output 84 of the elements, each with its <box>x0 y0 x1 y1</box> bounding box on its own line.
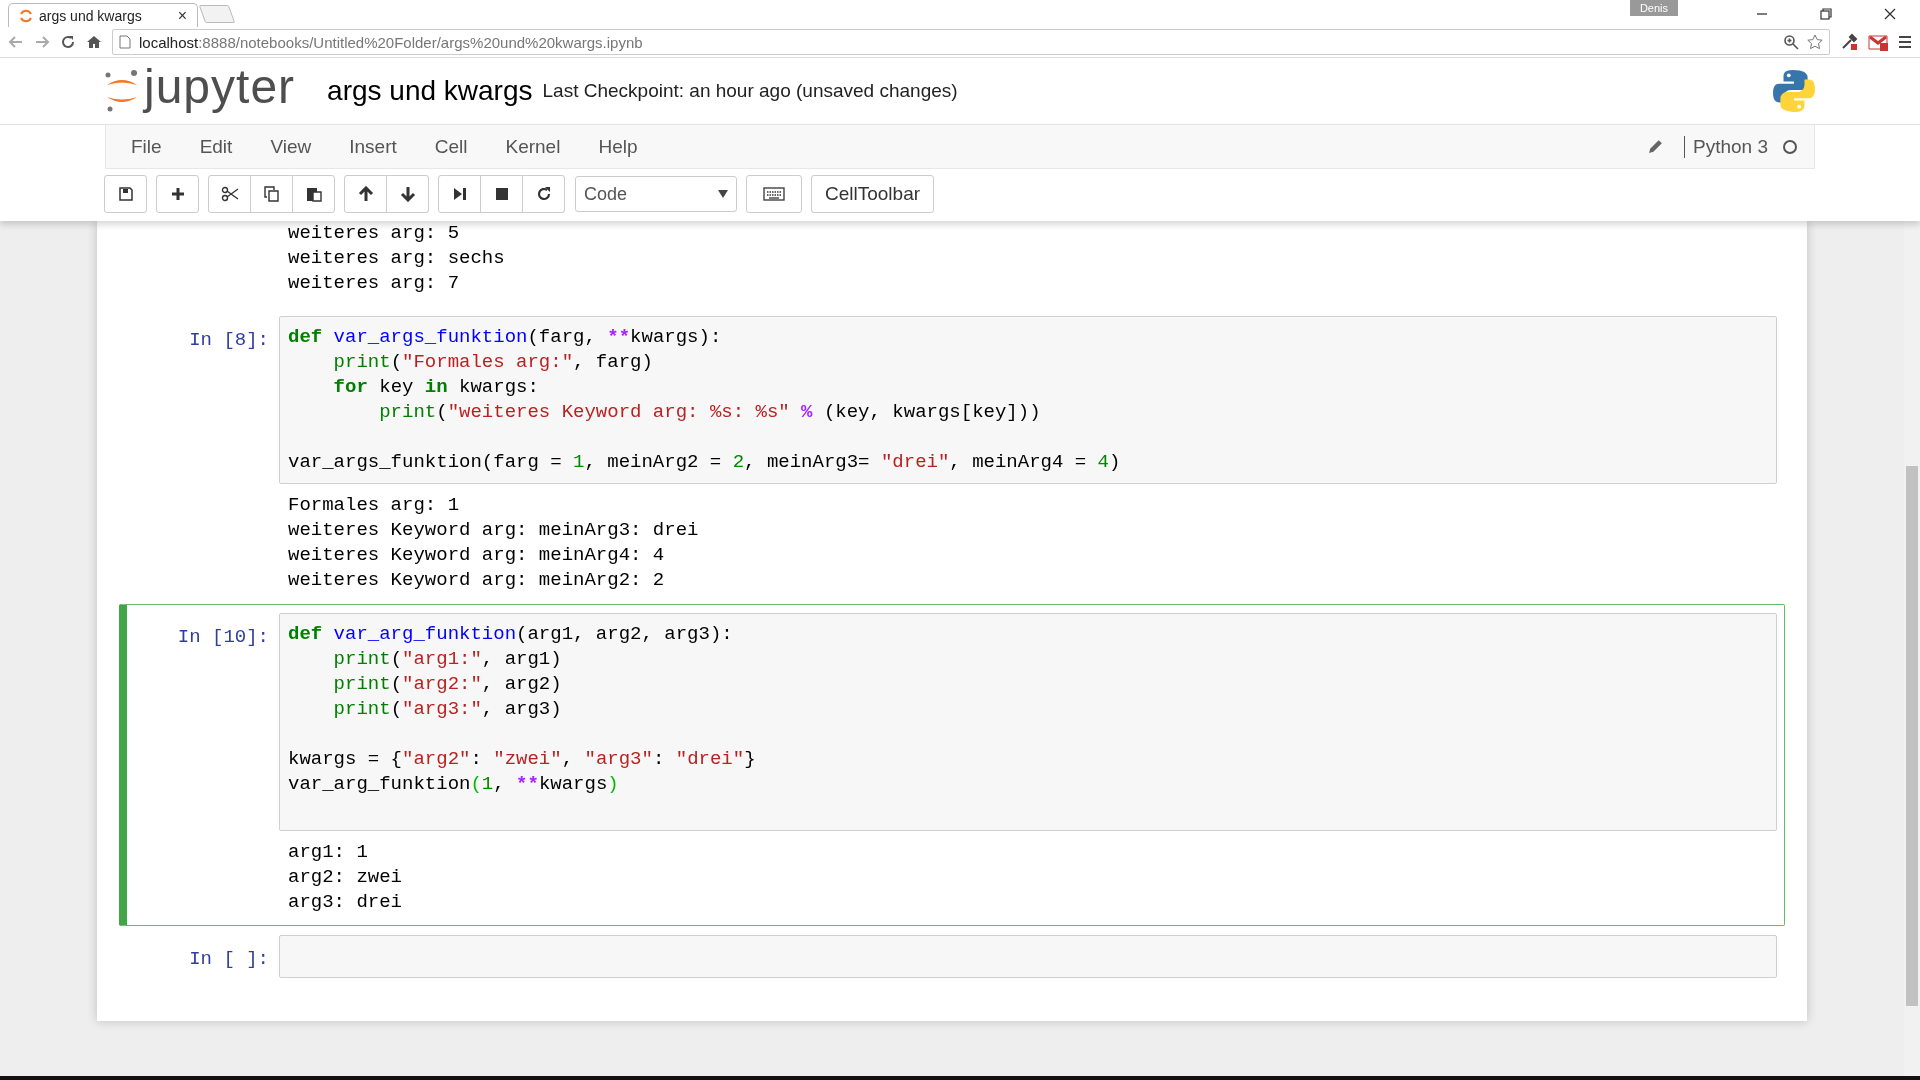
page-icon <box>119 35 131 49</box>
input-prompt: In [8]: <box>188 328 270 353</box>
input-prompt: In [ ]: <box>188 947 270 972</box>
arrow-down-icon <box>399 186 416 202</box>
menu-item[interactable]: Help <box>579 135 657 158</box>
spinner-icon <box>19 8 33 23</box>
code-line: var_args_funktion(farg = 1, meinArg2 = 2, meinArg3= "drei", meinArg4 = 4) <box>288 450 1122 475</box>
add-cell-button[interactable] <box>156 175 199 213</box>
output-line: Formales arg: 1 <box>288 493 461 518</box>
save-button[interactable] <box>104 175 147 213</box>
arrow-up-icon <box>357 186 374 202</box>
keyboard-button[interactable] <box>746 175 802 213</box>
cut-button[interactable] <box>208 175 251 213</box>
menu-item[interactable]: File <box>112 135 181 158</box>
output-line: arg2: zwei <box>288 865 404 890</box>
code-line: for key in kwargs: <box>332 375 540 400</box>
output-line: weiteres Keyword arg: meinArg2: 2 <box>288 568 666 593</box>
code-line: var_arg_funktion(1, **kwargs) <box>288 772 620 797</box>
url-text: localhost:8888/notebooks/Untitled%20Folder/args%20und%20kwargs.ipynb <box>139 33 643 51</box>
code-line: print("arg2:", arg2) <box>332 672 563 697</box>
zoom-icon[interactable] <box>1783 34 1799 50</box>
output-line: weiteres arg: 7 <box>288 271 461 296</box>
cell-frame[interactable]: weiteres arg: 5 weiteres arg: sechs weiteres arg: 7 <box>119 221 1785 307</box>
pencil-icon[interactable] <box>1647 138 1664 155</box>
star-icon[interactable] <box>1807 34 1823 50</box>
stop-button[interactable] <box>480 175 523 213</box>
code-line: print("arg1:", arg1) <box>332 647 563 672</box>
copy-icon <box>263 186 280 202</box>
output-line: weiteres arg: 5 <box>288 221 461 246</box>
code-editor[interactable]: def var_arg_funktion(arg1, arg2, arg3): print("arg1:", arg1) print("arg2:", arg2) print("arg3:", arg3) kwargs = {"arg2": "zwei", "arg3": "drei"} var_arg_funktion(1, **kwargs) <box>279 613 1777 831</box>
scissors-icon <box>220 186 239 202</box>
close-tab-button[interactable]: × <box>177 6 187 25</box>
browser-tab[interactable]: args und kwargs × <box>8 3 198 27</box>
output-line: arg3: drei <box>288 890 404 915</box>
code-line: print("weiteres Keyword arg: %s: %s" % (key, kwargs[key])) <box>378 400 1042 425</box>
cell-type-dropdown[interactable]: Code <box>575 176 737 212</box>
cell-frame[interactable]: In [ ]: <box>119 926 1785 987</box>
logo-icon <box>104 69 140 113</box>
code-line: def var_args_funktion(farg, **kwargs): <box>288 325 723 350</box>
paste-icon <box>305 186 322 202</box>
selected-cell[interactable] <box>119 604 1785 926</box>
menu-item[interactable]: Kernel <box>486 135 580 158</box>
restore-icon[interactable] <box>1820 7 1832 20</box>
mail-icon[interactable] <box>1868 33 1888 51</box>
menu-icon[interactable] <box>1898 35 1912 49</box>
notebook-name[interactable]: args und kwargs <box>327 75 533 107</box>
menu-item[interactable]: View <box>251 135 331 158</box>
tab-title: args und kwargs <box>39 7 143 24</box>
output-line: weiteres Keyword arg: meinArg4: 4 <box>288 543 666 568</box>
move-up-button[interactable] <box>344 175 387 213</box>
move-down-button[interactable] <box>386 175 429 213</box>
restart-icon <box>535 186 552 202</box>
run-button[interactable] <box>438 175 481 213</box>
code-line: kwargs = {"arg2": "zwei", "arg3": "drei"} <box>288 747 757 772</box>
output-line: weiteres Keyword arg: meinArg3: drei <box>288 518 700 543</box>
copy-button[interactable] <box>250 175 293 213</box>
home-icon[interactable] <box>86 34 102 50</box>
caret-icon <box>718 190 728 198</box>
close-icon[interactable] <box>1884 7 1896 20</box>
python-logo-icon <box>1773 69 1815 113</box>
eyedropper-icon[interactable] <box>1840 33 1858 51</box>
menu-item[interactable]: Cell <box>415 135 487 158</box>
code-editor[interactable] <box>279 316 1777 484</box>
reload-icon[interactable] <box>60 34 76 50</box>
code-line: print("arg3:", arg3) <box>332 697 563 722</box>
code-line: print("Formales arg:", farg) <box>332 350 654 375</box>
input-prompt: In [10]: <box>176 625 270 650</box>
output-line: weiteres arg: sechs <box>288 246 506 271</box>
plus-icon <box>169 186 186 202</box>
step-forward-icon <box>451 186 468 202</box>
save-icon <box>117 186 134 202</box>
code-line: def var_arg_funktion(arg1, arg2, arg3): <box>288 622 734 647</box>
keyboard-icon <box>763 187 785 201</box>
checkpoint-status: Last Checkpoint: an hour ago (unsaved changes) <box>542 80 958 102</box>
paste-button[interactable] <box>292 175 335 213</box>
stop-icon <box>493 186 510 202</box>
address-field[interactable]: localhost:8888/notebooks/Untitled%20Folder/args%20und%20kwargs.ipynb <box>112 29 1830 55</box>
celltoolbar-button[interactable]: CellToolbar <box>811 175 935 213</box>
menu-item[interactable]: Insert <box>330 135 416 158</box>
restart-button[interactable] <box>522 175 565 213</box>
logo-text: jupyter <box>144 58 296 114</box>
menu-item[interactable]: Edit <box>180 135 252 158</box>
kernel-name: Python 3 <box>1684 135 1782 158</box>
output-line: arg1: 1 <box>288 840 369 865</box>
